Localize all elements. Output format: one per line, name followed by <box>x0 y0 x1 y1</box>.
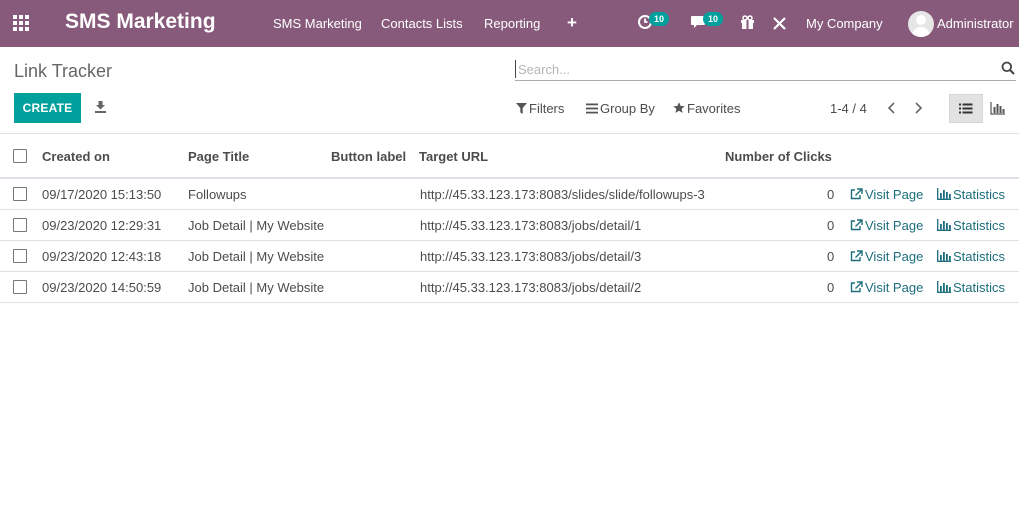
cell-created-on: 09/17/2020 15:13:50 <box>42 187 162 202</box>
search-icon[interactable] <box>1001 61 1015 78</box>
column-header-target-url[interactable]: Target URL <box>419 149 488 164</box>
search-input[interactable] <box>515 60 995 78</box>
table-row[interactable]: 09/17/2020 15:13:50 Followups http://45.… <box>0 179 1019 210</box>
graph-view-icon <box>990 102 1005 115</box>
filters-label: Filters <box>529 101 565 116</box>
bar-chart-icon <box>937 250 951 262</box>
apps-grid-icon[interactable] <box>13 15 31 33</box>
group-by-button[interactable]: Group By <box>586 101 655 116</box>
cell-target-url: http://45.33.123.173:8083/slides/slide/f… <box>420 187 705 202</box>
cell-created-on: 09/23/2020 12:43:18 <box>42 249 162 264</box>
star-icon <box>673 102 685 113</box>
bar-chart-icon <box>937 219 951 231</box>
app-title[interactable]: SMS Marketing <box>65 10 216 34</box>
avatar[interactable] <box>908 11 934 37</box>
favorites-label: Favorites <box>687 101 741 116</box>
statistics-button[interactable]: Statistics <box>937 218 1005 233</box>
filter-icon <box>516 103 527 114</box>
column-header-button-label[interactable]: Button label <box>331 149 406 164</box>
group-by-label: Group By <box>600 101 655 116</box>
cell-page-title: Job Detail | My Website <box>188 218 325 233</box>
row-checkbox[interactable] <box>13 218 27 232</box>
list-view-icon <box>959 103 973 114</box>
visit-page-button[interactable]: Visit Page <box>850 187 923 202</box>
menu-sms-marketing[interactable]: SMS Marketing <box>273 16 362 31</box>
external-link-icon <box>850 281 863 293</box>
bar-chart-icon <box>937 188 951 200</box>
row-checkbox[interactable] <box>13 187 27 201</box>
table-row[interactable]: 09/23/2020 12:29:31 Job Detail | My Webs… <box>0 210 1019 241</box>
row-checkbox[interactable] <box>13 280 27 294</box>
cell-created-on: 09/23/2020 12:29:31 <box>42 218 162 233</box>
cell-page-title: Job Detail | My Website <box>188 280 325 295</box>
external-link-icon <box>850 250 863 262</box>
cell-clicks: 0 <box>827 187 835 202</box>
statistics-button[interactable]: Statistics <box>937 249 1005 264</box>
visit-page-label: Visit Page <box>865 280 924 295</box>
top-navbar: SMS Marketing SMS Marketing Contacts Lis… <box>0 0 1019 47</box>
list-view-button[interactable] <box>949 94 983 123</box>
cell-clicks: 0 <box>827 280 835 295</box>
statistics-label: Statistics <box>953 187 1006 202</box>
group-by-icon <box>586 103 598 114</box>
cell-target-url: http://45.33.123.173:8083/jobs/detail/2 <box>420 280 642 295</box>
cell-target-url: http://45.33.123.173:8083/jobs/detail/3 <box>420 249 642 264</box>
messages-badge: 10 <box>703 12 724 26</box>
pager-value[interactable]: 1-4 / 4 <box>830 101 867 116</box>
statistics-label: Statistics <box>953 249 1006 264</box>
search-bar <box>515 58 1016 81</box>
cell-created-on: 09/23/2020 14:50:59 <box>42 280 162 295</box>
cell-page-title: Followups <box>188 187 247 202</box>
visit-page-button[interactable]: Visit Page <box>850 249 923 264</box>
bar-chart-icon <box>937 281 951 293</box>
column-header-clicks[interactable]: Number of Clicks <box>725 149 832 164</box>
statistics-button[interactable]: Statistics <box>937 280 1005 295</box>
plus-icon[interactable]: + <box>567 13 577 33</box>
user-menu[interactable]: Administrator <box>937 16 1014 31</box>
gift-icon[interactable] <box>740 14 755 33</box>
visit-page-label: Visit Page <box>865 249 924 264</box>
menu-contacts-lists[interactable]: Contacts Lists <box>381 16 463 31</box>
table-row[interactable]: 09/23/2020 14:50:59 Job Detail | My Webs… <box>0 272 1019 303</box>
chevron-right-icon[interactable] <box>908 98 928 118</box>
cell-page-title: Job Detail | My Website <box>188 249 325 264</box>
visit-page-button[interactable]: Visit Page <box>850 280 923 295</box>
external-link-icon <box>850 219 863 231</box>
table-top-border <box>0 133 1019 134</box>
column-header-page-title[interactable]: Page Title <box>188 149 249 164</box>
cell-target-url: http://45.33.123.173:8083/jobs/detail/1 <box>420 218 642 233</box>
activity-badge: 10 <box>649 12 670 26</box>
table-row[interactable]: 09/23/2020 12:43:18 Job Detail | My Webs… <box>0 241 1019 272</box>
filters-button[interactable]: Filters <box>516 101 564 116</box>
favorites-button[interactable]: Favorites <box>673 101 740 116</box>
company-switcher[interactable]: My Company <box>806 16 883 31</box>
select-all-checkbox[interactable] <box>13 149 27 163</box>
create-button[interactable]: CREATE <box>14 93 81 123</box>
breadcrumb: Link Tracker <box>14 61 113 81</box>
visit-page-label: Visit Page <box>865 187 924 202</box>
download-icon[interactable] <box>94 100 107 116</box>
visit-page-label: Visit Page <box>865 218 924 233</box>
column-header-created-on[interactable]: Created on <box>42 149 110 164</box>
external-link-icon <box>850 188 863 200</box>
statistics-label: Statistics <box>953 280 1006 295</box>
cell-clicks: 0 <box>827 249 835 264</box>
visit-page-button[interactable]: Visit Page <box>850 218 923 233</box>
statistics-button[interactable]: Statistics <box>937 187 1005 202</box>
menu-reporting[interactable]: Reporting <box>484 16 540 31</box>
statistics-label: Statistics <box>953 218 1006 233</box>
graph-view-button[interactable] <box>986 94 1012 123</box>
row-checkbox[interactable] <box>13 249 27 263</box>
chevron-left-icon[interactable] <box>882 98 902 118</box>
cell-clicks: 0 <box>827 218 835 233</box>
tools-icon[interactable] <box>772 16 787 34</box>
